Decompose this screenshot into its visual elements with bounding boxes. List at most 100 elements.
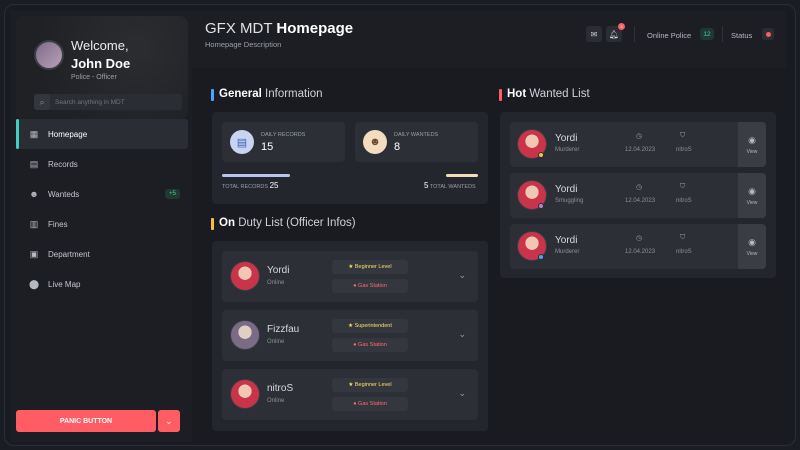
grid-icon: ▦ [29,128,39,139]
sidebar-item-live-map[interactable]: ⬤ Live Map [16,269,188,299]
officer-name: nitroS [267,383,294,394]
divider [722,26,723,42]
location-text: Gas Station [358,342,387,348]
view-button[interactable]: ◉ View [738,224,766,269]
wanted-list-title: Hot Wanted List [499,88,590,101]
officer-location: ● Gas Station [332,338,408,352]
wanted-icon: ☻ [29,189,39,199]
wanted-status-dot [538,203,544,209]
officer-status: Online [267,280,285,286]
view-button[interactable]: ◉ View [738,173,766,218]
notification-button[interactable]: 🔔︎ 3 [606,23,625,42]
search-input[interactable] [50,98,175,106]
sidebar-item-label: Homepage [48,129,88,139]
location-text: Gas Station [358,283,387,289]
level-text: Superintendent [354,323,392,329]
total-records: TOTAL RECORDS 25 [222,181,278,190]
sidebar-item-label: Wanteds [48,189,80,199]
chevron-down-icon[interactable]: ⌄ [458,270,466,281]
user-role: Police - Officer [71,74,117,81]
sidebar: Welcome, John Doe Police - Officer ⌕ ▦ H… [10,10,192,442]
officer-level: ★ Superintendent [332,319,408,333]
mail-button[interactable]: ✉ [586,26,602,42]
section-title-rest: Information [265,88,323,100]
clock-icon: ◷ [636,184,643,191]
wanted-date: 12.04.2023 [625,249,656,255]
badge-icon: ⛉ [680,234,686,241]
officer-row[interactable]: nitroS Online ★ Beginner Level ● Gas Sta… [222,369,478,420]
avatar[interactable] [34,40,64,70]
panic-button[interactable]: PANIC BUTTON [16,410,156,432]
mail-icon: ✉ [590,29,598,39]
wanted-crime: Smuggling [555,198,584,204]
eye-icon: ◉ [748,134,756,145]
wanted-row: Yordi Smuggling ◷ 12.04.2023 ⛉ nitroS ◉ … [510,173,766,218]
badge-icon: ⛉ [680,183,686,190]
map-pin-icon: ⬤ [28,278,40,289]
section-title-bold: General [219,88,262,100]
officer-name: Yordi [267,265,290,276]
officer-row[interactable]: Yordi Online ★ Beginner Level ● Gas Stat… [222,251,478,302]
welcome-text: Welcome, [71,38,129,53]
title-bold: Homepage [276,20,354,37]
sidebar-item-label: Fines [48,219,68,229]
wanted-name: Yordi [555,133,578,144]
status-indicator[interactable] [762,28,774,40]
search-icon[interactable]: ⌕ [34,94,50,110]
total-wanteds-bar [446,174,478,177]
daily-wanteds-card: ☻ DAILY WANTEDS 8 [355,122,478,162]
receipt-icon: ▥ [29,218,39,229]
clock-icon: ◷ [636,133,643,140]
officer-level: ★ Beginner Level [332,378,408,392]
eye-icon: ◉ [748,185,756,196]
wanted-crime: Murderer [555,249,580,255]
location-text: Gas Station [358,401,387,407]
section-title-bold: Hot [507,88,527,100]
officer-name: Fizzfau [267,324,300,335]
search-box: ⌕ [34,94,182,110]
daily-records-card: ▤ DAILY RECORDS 15 [222,122,345,162]
level-text: Beginner Level [354,382,392,388]
online-police-label: Online Police [647,31,692,40]
user-name: John Doe [71,56,131,71]
sidebar-item-wanteds[interactable]: ☻ Wanteds +5 [16,179,188,209]
total-wanteds: 5 TOTAL WANTEDS [424,181,476,190]
title-prefix: GFX MDT [205,20,273,37]
wanted-row: Yordi Murderer ◷ 12.04.2023 ⛉ nitroS ◉ V… [510,122,766,167]
total-wanteds-label: TOTAL WANTEDS [429,184,476,190]
wanted-date: 12.04.2023 [625,198,656,204]
eye-icon: ◉ [748,236,756,247]
wanted-officer: nitroS [676,249,692,255]
online-police-count: 12 [700,28,714,40]
level-text: Beginner Level [354,264,392,270]
bell-icon: 🔔︎ [608,29,620,39]
wanted-icon: ☻ [363,130,387,154]
panic-dropdown-button[interactable]: ⌄ [158,410,180,432]
wanted-row: Yordi Murderer ◷ 12.04.2023 ⛉ nitroS ◉ V… [510,224,766,269]
view-label: View [746,199,758,206]
total-records-label: TOTAL RECORDS [222,184,269,190]
officer-status: Online [267,339,285,345]
daily-records-value: 15 [261,141,274,153]
duty-list-title: On Duty List (Officer Infos) [211,217,356,230]
chevron-down-icon: ⌄ [165,415,173,426]
view-button[interactable]: ◉ View [738,122,766,167]
divider [634,26,635,42]
chevron-down-icon[interactable]: ⌄ [458,388,466,399]
document-icon: ▤ [29,158,39,169]
wanteds-badge: +5 [165,189,180,199]
wanted-officer: nitroS [676,198,692,204]
section-title-bold: On [219,217,235,229]
view-label: View [746,250,758,257]
chevron-down-icon[interactable]: ⌄ [458,329,466,340]
officer-row[interactable]: Fizzfau Online ★ Superintendent ● Gas St… [222,310,478,361]
wanted-status-dot [538,254,544,260]
officer-level: ★ Beginner Level [332,260,408,274]
sidebar-item-fines[interactable]: ▥ Fines [16,209,188,239]
header: GFX MDT Homepage Homepage Description ✉ … [192,10,786,68]
wanted-name: Yordi [555,235,578,246]
sidebar-item-department[interactable]: ▣ Department [16,239,188,269]
general-info-title: General Information [211,88,323,101]
sidebar-item-homepage[interactable]: ▦ Homepage [16,119,188,149]
sidebar-item-records[interactable]: ▤ Records [16,149,188,179]
